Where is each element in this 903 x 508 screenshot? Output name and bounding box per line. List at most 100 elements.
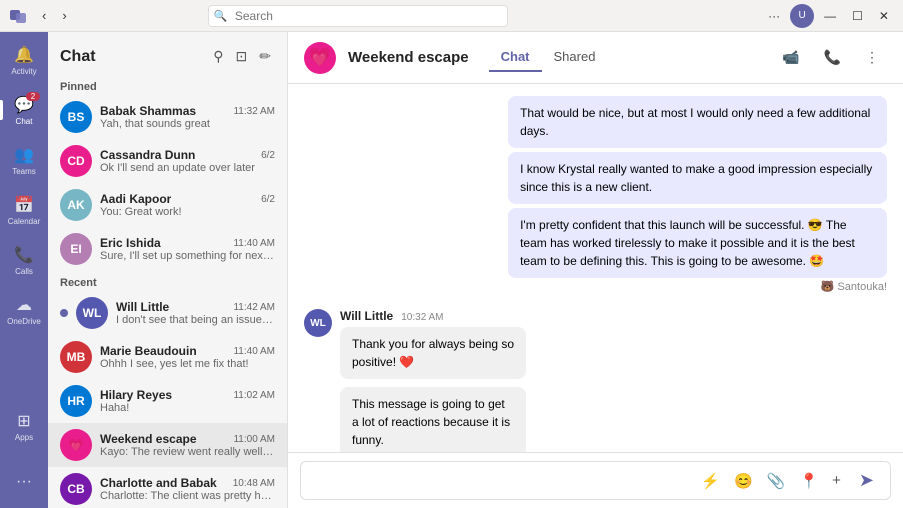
more-chat-options-button[interactable]: ⋮ xyxy=(857,45,887,70)
sidebar-item-teams[interactable]: 👥 Teams xyxy=(4,136,44,184)
avatar: EI xyxy=(60,233,92,265)
chat-info: Marie Beaudouin 11:40 AM Ohhh I see, yes… xyxy=(100,344,275,370)
avatar: MB xyxy=(60,341,92,373)
more-icon: ··· xyxy=(16,473,32,491)
chat-main: 💗 Weekend escape Chat Shared 📹 📞 ⋮ xyxy=(288,32,903,508)
video-call-button[interactable]: 📹 xyxy=(774,45,807,70)
chat-info: Aadi Kapoor 6/2 You: Great work! xyxy=(100,192,275,218)
pinned-label: Pinned xyxy=(48,75,287,95)
attach-button[interactable]: ⚡ xyxy=(697,468,724,494)
video-icon: 📹 xyxy=(782,49,799,65)
search-icon: 🔍 xyxy=(214,9,228,22)
main-layout: 🔔 Activity 💬 Chat 2 👥 Teams 📅 Calendar 📞… xyxy=(0,32,903,508)
list-item[interactable]: AK Aadi Kapoor 6/2 You: Great work! xyxy=(48,183,287,227)
chat-info: Weekend escape 11:00 AM Kayo: The review… xyxy=(100,432,275,458)
search-container: 🔍 xyxy=(208,5,508,27)
message-input-area: ⚡ 😊 📎 📍 + ➤ xyxy=(288,452,903,508)
recent-label: Recent xyxy=(48,271,287,291)
group-name: Weekend escape xyxy=(348,49,469,66)
minimize-button[interactable]: — xyxy=(818,6,842,26)
emoji-icon: 🐻 xyxy=(821,281,835,293)
filter-button[interactable]: ⚲ xyxy=(209,44,227,69)
activity-icon: 🔔 xyxy=(14,45,34,65)
list-item[interactable]: 💗 Weekend escape 11:00 AM Kayo: The revi… xyxy=(48,423,287,467)
nav-buttons: ‹ › xyxy=(36,6,73,25)
tab-chat[interactable]: Chat xyxy=(489,43,542,72)
titlebar: ‹ › 🔍 ··· U — ☐ ✕ xyxy=(0,0,903,32)
maximize-button[interactable]: ☐ xyxy=(846,6,869,26)
onedrive-icon: ☁ xyxy=(16,295,32,315)
message-bubble: I know Krystal really wanted to make a g… xyxy=(508,152,887,204)
msg-group-sent: That would be nice, but at most I would … xyxy=(304,96,887,293)
sidebar-item-calendar[interactable]: 📅 Calendar xyxy=(4,186,44,234)
forward-button[interactable]: › xyxy=(56,6,72,25)
sidebar-item-onedrive[interactable]: ☁ OneDrive xyxy=(4,286,44,334)
message-bubble: Thank you for always being so positive! … xyxy=(340,327,526,379)
lightning-icon: ⚡ xyxy=(701,473,720,490)
nav-sidebar: 🔔 Activity 💬 Chat 2 👥 Teams 📅 Calendar 📞… xyxy=(0,32,48,508)
list-item[interactable]: BS Babak Shammas 11:32 AM Yah, that soun… xyxy=(48,95,287,139)
location-button[interactable]: 📍 xyxy=(795,468,822,494)
back-button[interactable]: ‹ xyxy=(36,6,52,25)
close-button[interactable]: ✕ xyxy=(873,6,895,26)
chat-header-actions: 📹 📞 ⋮ xyxy=(774,45,887,70)
apps-icon: ⊞ xyxy=(17,411,30,431)
chat-info: Babak Shammas 11:32 AM Yah, that sounds … xyxy=(100,104,275,130)
list-item[interactable]: CD Cassandra Dunn 6/2 Ok I'll send an up… xyxy=(48,139,287,183)
sidebar-item-apps[interactable]: ⊞ Apps xyxy=(4,402,44,450)
list-item[interactable]: EI Eric Ishida 11:40 AM Sure, I'll set u… xyxy=(48,227,287,271)
msg-group-received: WL Will Little 10:32 AM Thank you for al… xyxy=(304,309,887,452)
sidebar-item-activity[interactable]: 🔔 Activity xyxy=(4,36,44,84)
avatar: CB xyxy=(60,473,92,505)
audio-call-button[interactable]: 📞 xyxy=(816,45,849,70)
more-options-button[interactable]: ··· xyxy=(762,6,786,26)
avatar: BS xyxy=(60,101,92,133)
message-with-avatar: WL Will Little 10:32 AM Thank you for al… xyxy=(304,309,713,452)
chat-badge: 2 xyxy=(26,92,40,101)
attach-file-button[interactable]: 📎 xyxy=(763,468,790,494)
add-button[interactable]: + xyxy=(828,468,845,493)
search-input[interactable] xyxy=(208,5,508,27)
plus-icon: + xyxy=(832,472,841,489)
message-time: 10:32 AM xyxy=(401,312,443,323)
avatar[interactable]: U xyxy=(790,4,814,28)
list-item[interactable]: MB Marie Beaudouin 11:40 AM Ohhh I see, … xyxy=(48,335,287,379)
send-button[interactable]: ➤ xyxy=(851,466,882,495)
avatar: AK xyxy=(60,189,92,221)
message-bubble: I'm pretty confident that this launch wi… xyxy=(508,208,887,278)
chat-info: Hilary Reyes 11:02 AM Haha! xyxy=(100,388,275,414)
avatar: WL xyxy=(76,297,108,329)
avatar: HR xyxy=(60,385,92,417)
location-icon: 📍 xyxy=(799,473,818,490)
sender-avatar: WL xyxy=(304,309,332,337)
input-row: ⚡ 😊 📎 📍 + ➤ xyxy=(300,461,891,500)
emoji-button[interactable]: 😊 xyxy=(730,468,757,494)
sidebar-item-calls[interactable]: 📞 Calls xyxy=(4,236,44,284)
list-item[interactable]: WL Will Little 11:42 AM I don't see that… xyxy=(48,291,287,335)
chat-info: Charlotte and Babak 10:48 AM Charlotte: … xyxy=(100,476,275,502)
sender-name: Will Little xyxy=(340,309,393,323)
chat-items-container: Pinned BS Babak Shammas 11:32 AM Yah, th… xyxy=(48,75,287,508)
list-item[interactable]: HR Hilary Reyes 11:02 AM Haha! xyxy=(48,379,287,423)
message-input[interactable] xyxy=(309,473,691,488)
avatar: CD xyxy=(60,145,92,177)
list-item[interactable]: CB Charlotte and Babak 10:48 AM Charlott… xyxy=(48,467,287,508)
chat-list: Chat ⚲ ⊡ ✏ Pinned BS Babak Shammas 11:32… xyxy=(48,32,288,508)
chat-list-actions: ⚲ ⊡ ✏ xyxy=(209,44,275,69)
calls-icon: 📞 xyxy=(14,245,34,265)
emoji-icon: 😊 xyxy=(734,473,753,490)
unread-indicator xyxy=(60,309,68,317)
chat-info: Cassandra Dunn 6/2 Ok I'll send an updat… xyxy=(100,148,275,174)
sidebar-item-chat[interactable]: 💬 Chat 2 xyxy=(4,86,44,134)
avatar: 💗 xyxy=(60,429,92,461)
chat-info: Will Little 11:42 AM I don't see that be… xyxy=(116,300,275,326)
chat-list-title: Chat xyxy=(60,48,96,66)
new-meeting-button[interactable]: ⊡ xyxy=(232,44,252,69)
group-avatar: 💗 xyxy=(304,42,336,74)
sidebar-item-more[interactable]: ··· xyxy=(4,458,44,506)
compose-button[interactable]: ✏ xyxy=(255,44,275,69)
paperclip-icon: 📎 xyxy=(767,473,786,490)
message-bubble: This message is going to get a lot of re… xyxy=(340,387,526,452)
calendar-icon: 📅 xyxy=(14,195,34,215)
tab-shared[interactable]: Shared xyxy=(542,43,608,72)
